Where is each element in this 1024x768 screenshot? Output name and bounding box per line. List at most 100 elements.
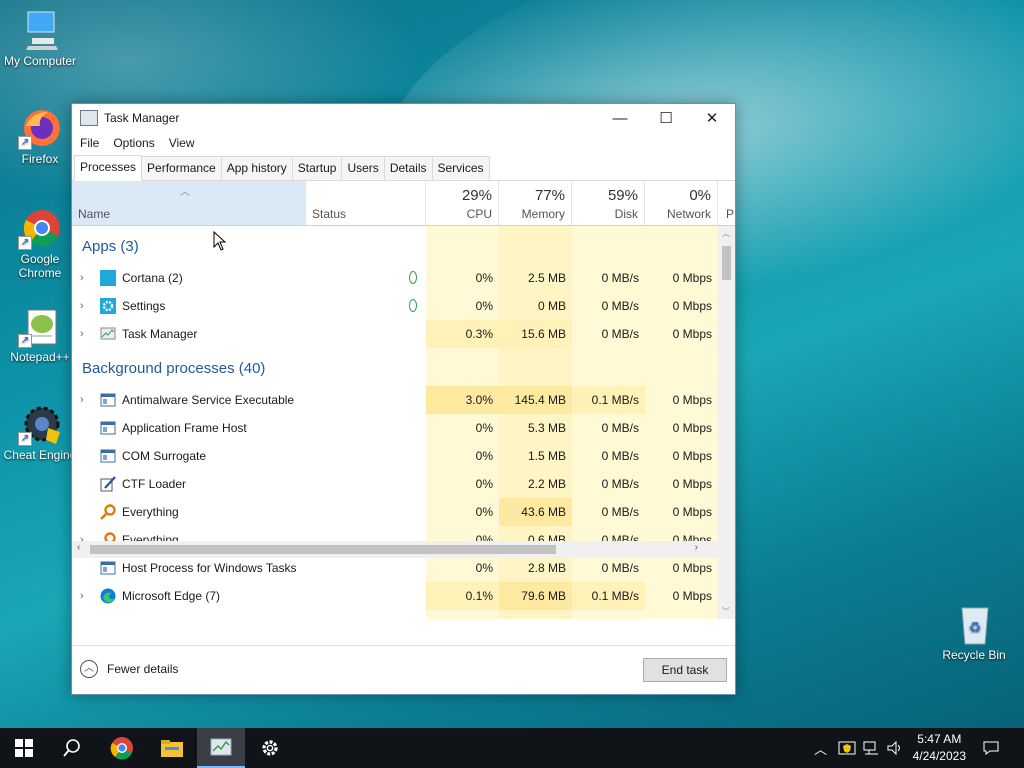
fewer-details-label: Fewer details	[107, 662, 179, 676]
system-clock[interactable]: 5:47 AM 4/24/2023	[913, 731, 966, 765]
expand-chevron-icon[interactable]: ›	[80, 264, 84, 292]
speaker-icon	[887, 740, 900, 756]
vertical-scrollbar[interactable]: ︿ ﹀	[718, 226, 735, 619]
computer-monitor-icon	[18, 8, 62, 52]
close-button[interactable]: ✕	[689, 104, 735, 132]
menu-options[interactable]: Options	[113, 136, 154, 150]
scroll-left-icon[interactable]: ‹	[77, 542, 80, 553]
task-manager-window: Task Manager — ☐ ✕ File Options View Pro…	[71, 103, 736, 695]
title-bar[interactable]: Task Manager — ☐ ✕	[72, 104, 735, 132]
process-row[interactable]: › Settings 0% 0 MB 0 MB/s 0 Mbps	[72, 292, 718, 320]
menu-file[interactable]: File	[80, 136, 99, 150]
taskbar-settings[interactable]	[246, 728, 294, 768]
taskbar-task-manager[interactable]	[197, 728, 245, 768]
settings-gear-icon	[100, 298, 116, 314]
chevron-up-icon: ︿	[814, 741, 828, 757]
clock-time: 5:47 AM	[917, 732, 962, 746]
desktop-icon-label: Firefox	[21, 152, 59, 166]
tab-performance[interactable]: Performance	[141, 156, 222, 180]
tray-notification-app[interactable]	[838, 728, 856, 768]
cortana-icon	[100, 270, 116, 286]
process-row[interactable]: › Microsoft Edge (7) 0.1% 79.6 MB 0.1 MB/s 0 …	[72, 582, 718, 610]
process-row[interactable]: › Antimalware Service Executable 3.0% 145.4…	[72, 386, 718, 414]
process-row[interactable]: Application Frame Host 0% 5.3 MB 0 MB/s 0 Mb…	[72, 414, 718, 442]
desktop-icon-cheat-engine[interactable]: ↗ Cheat Engine	[0, 402, 80, 462]
scroll-up-icon[interactable]: ︿	[722, 228, 730, 239]
scroll-right-icon[interactable]: ›	[695, 542, 698, 553]
footer-bar: ︿ Fewer details End task	[72, 645, 735, 694]
column-header-power[interactable]: P	[718, 181, 735, 225]
minimize-button[interactable]: —	[597, 104, 643, 132]
disk-value: 0 MB/s	[601, 449, 639, 463]
expand-chevron-icon[interactable]: ›	[80, 582, 84, 610]
efficiency-leaf-icon	[409, 271, 417, 284]
shortcut-arrow-icon: ↗	[18, 136, 32, 150]
column-header-cpu[interactable]: 29% CPU	[426, 181, 499, 225]
tab-strip: Processes Performance App history Startu…	[72, 154, 735, 181]
desktop-icon-label: Notepad++	[10, 350, 70, 364]
process-name: Microsoft Edge (7)	[122, 589, 221, 603]
disk-value: 0 MB/s	[601, 299, 639, 313]
disk-value: 0.1 MB/s	[572, 386, 645, 414]
tray-volume[interactable]	[886, 728, 904, 768]
start-button[interactable]	[0, 728, 48, 768]
horizontal-scrollbar[interactable]: ‹ ›	[72, 541, 718, 558]
search-button[interactable]	[48, 728, 96, 768]
taskbar-chrome[interactable]	[98, 728, 146, 768]
column-header-name[interactable]: ︿ Name	[72, 181, 306, 225]
task-manager-icon	[210, 738, 232, 756]
desktop-icon-recycle-bin[interactable]: ♻ Recycle Bin	[934, 602, 1014, 662]
column-header-disk[interactable]: 59% Disk	[572, 181, 645, 225]
expand-chevron-icon[interactable]: ›	[80, 292, 84, 320]
process-name: Cortana (2)	[122, 271, 183, 285]
memory-value: 2.8 MB	[527, 561, 566, 575]
cpu-value: 0%	[475, 449, 493, 463]
shortcut-arrow-icon: ↗	[18, 334, 32, 348]
desktop-icon-notepadpp[interactable]: ↗ Notepad++	[0, 304, 80, 364]
tab-app-history[interactable]: App history	[220, 156, 293, 180]
menu-view[interactable]: View	[169, 136, 195, 150]
vertical-scroll-thumb[interactable]	[722, 246, 731, 280]
maximize-button[interactable]: ☐	[643, 104, 689, 132]
process-row[interactable]: CTF Loader 0% 2.2 MB 0 MB/s 0 Mbps	[72, 470, 718, 498]
network-icon	[863, 741, 878, 755]
tab-users[interactable]: Users	[341, 156, 385, 180]
tray-network[interactable]	[862, 728, 880, 768]
chrome-icon	[110, 737, 133, 760]
disk-value: 0 MB/s	[601, 505, 639, 519]
taskbar-file-explorer[interactable]	[148, 728, 196, 768]
taskbar: ︿ 5:47 AM 4/24/2023	[0, 728, 1024, 768]
tab-services[interactable]: Services	[431, 156, 490, 180]
fewer-details-button[interactable]: ︿ Fewer details	[80, 660, 178, 678]
column-header-network[interactable]: 0% Network	[645, 181, 718, 225]
column-header-status[interactable]: Status	[306, 181, 426, 225]
tray-overflow-button[interactable]: ︿	[814, 728, 827, 768]
expand-chevron-icon[interactable]: ›	[80, 386, 84, 414]
end-task-button[interactable]: End task	[643, 658, 727, 682]
firefox-icon: ↗	[18, 106, 62, 150]
process-row[interactable]: › Cortana (2) 0% 2.5 MB 0 MB/s 0 Mbps	[72, 264, 718, 292]
desktop-icon-my-computer[interactable]: My Computer	[0, 8, 80, 68]
scroll-down-icon[interactable]: ﹀	[722, 606, 730, 617]
desktop-icon-label: Cheat Engine	[3, 448, 77, 462]
desktop-icon-firefox[interactable]: ↗ Firefox	[0, 106, 80, 166]
network-value: 0 Mbps	[672, 393, 712, 407]
process-row[interactable]: Host Process for Windows Tasks 0% 2.8 MB 0 …	[72, 554, 718, 582]
desktop-icon-google-chrome[interactable]: ↗ Google Chrome	[0, 206, 80, 280]
process-name: Antimalware Service Executable	[122, 393, 295, 407]
group-header-background: Background processes (40)	[82, 360, 266, 377]
process-name: Everything	[122, 505, 179, 519]
tab-processes[interactable]: Processes	[74, 155, 143, 181]
action-center-button[interactable]	[982, 728, 1000, 768]
tab-details[interactable]: Details	[383, 156, 433, 180]
tab-startup[interactable]: Startup	[291, 156, 343, 180]
task-manager-icon	[100, 326, 116, 342]
process-row[interactable]: Everything 0% 43.6 MB 0 MB/s 0 Mbps	[72, 498, 718, 526]
column-header-memory[interactable]: 77% Memory	[499, 181, 572, 225]
horizontal-scroll-thumb[interactable]	[90, 545, 556, 554]
memory-value: 79.6 MB	[499, 582, 572, 610]
process-row[interactable]: › Task Manager 0.3% 15.6 MB 0 MB/s 0 Mbps	[72, 320, 718, 348]
process-name: Host Process for Windows Tasks	[122, 561, 297, 575]
process-row[interactable]: COM Surrogate 0% 1.5 MB 0 MB/s 0 Mbps	[72, 442, 718, 470]
expand-chevron-icon[interactable]: ›	[80, 320, 84, 348]
